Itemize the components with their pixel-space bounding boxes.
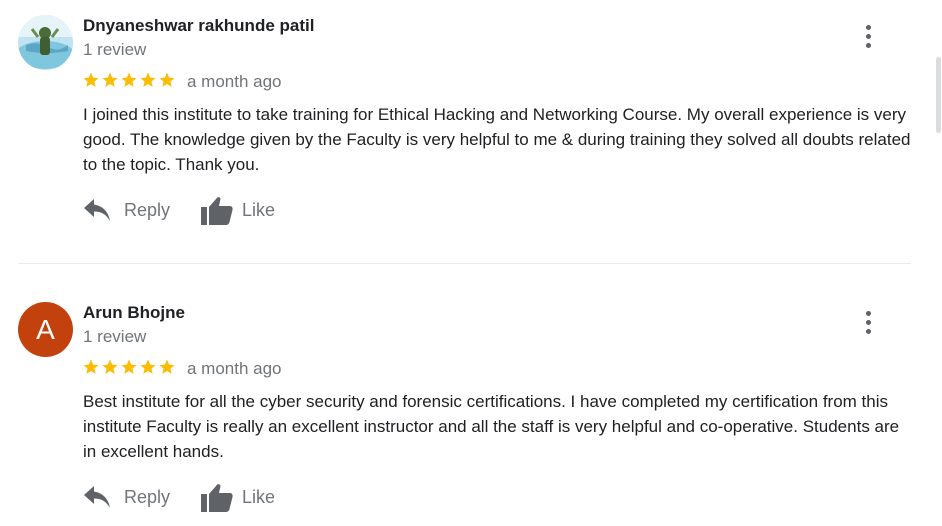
reviewer-name[interactable]: Arun Bhojne xyxy=(83,303,185,323)
star-icon xyxy=(159,72,175,87)
review-text: Best institute for all the cyber securit… xyxy=(83,392,900,461)
avatar-letter: A xyxy=(36,313,55,345)
star-icon xyxy=(83,359,99,374)
avatar[interactable] xyxy=(18,15,73,70)
reviewer-name[interactable]: Dnyaneshwar rakhunde patil xyxy=(83,16,314,36)
star-rating xyxy=(82,71,176,89)
star-rating xyxy=(82,358,176,376)
like-label: Like xyxy=(242,199,276,220)
review-actions: Reply Like xyxy=(84,195,275,225)
star-icon xyxy=(140,72,156,87)
reply-icon xyxy=(84,486,110,508)
star-icon xyxy=(102,72,118,87)
thumbs-up-icon xyxy=(201,197,233,225)
star-icon xyxy=(140,359,156,374)
reply-label: Reply xyxy=(124,199,171,220)
divider xyxy=(18,263,911,264)
star-icon xyxy=(83,72,99,87)
thumbs-up-icon xyxy=(201,484,233,512)
more-options-button[interactable] xyxy=(855,21,881,51)
star-icon xyxy=(121,72,137,87)
like-button[interactable]: Like xyxy=(201,482,275,512)
reply-button[interactable]: Reply xyxy=(84,486,170,508)
reply-icon xyxy=(84,199,110,221)
avatar[interactable]: A xyxy=(18,302,73,357)
review-count: 1 review xyxy=(83,327,147,346)
star-icon xyxy=(159,359,175,374)
star-icon xyxy=(121,359,137,374)
like-label: Like xyxy=(242,486,276,507)
star-icon xyxy=(102,359,118,374)
review-text: I joined this institute to take training… xyxy=(83,105,911,174)
reply-label: Reply xyxy=(124,486,171,507)
review-count: 1 review xyxy=(83,40,147,59)
scrollbar[interactable] xyxy=(936,57,941,133)
reply-button[interactable]: Reply xyxy=(84,199,170,221)
review-time: a month ago xyxy=(187,72,282,91)
review-actions: Reply Like xyxy=(84,482,275,512)
more-options-button[interactable] xyxy=(855,307,881,337)
like-button[interactable]: Like xyxy=(201,195,275,225)
review-time: a month ago xyxy=(187,359,282,378)
